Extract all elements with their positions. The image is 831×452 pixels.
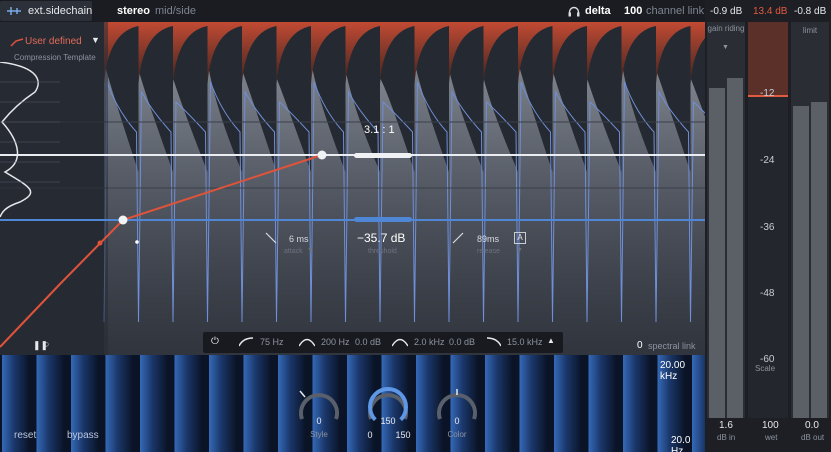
spectral-link-value[interactable]: 0	[637, 340, 643, 351]
mode-midside-button[interactable]: mid/side	[155, 5, 196, 18]
delta-button[interactable]: delta	[585, 5, 611, 18]
transfer-curve	[0, 150, 705, 348]
wet-label: wet	[765, 433, 778, 442]
spectrogram-band	[588, 355, 617, 452]
release-value[interactable]: 89ms	[477, 234, 499, 244]
meter-panel: -0.9 dB 13.4 dB -0.8 dB gain riding ▼ -1…	[705, 0, 831, 452]
sidechain-button[interactable]: ext.sidechain	[0, 1, 92, 21]
attack-chevron-icon[interactable]: ▼	[307, 247, 314, 254]
input-meter: gain riding ▼	[707, 22, 745, 418]
spectrogram-band	[36, 355, 65, 452]
spectrogram-band	[174, 355, 203, 452]
wet-value[interactable]: 100	[762, 420, 779, 432]
release-label: release	[477, 248, 500, 255]
color-label: Color	[447, 430, 467, 439]
sidechain-icon	[7, 7, 21, 15]
attack-value[interactable]: 6 ms	[289, 234, 309, 244]
scale-label: Scale	[755, 364, 776, 373]
db-out-value[interactable]: 0.0	[805, 420, 819, 432]
spectrogram-band	[209, 355, 237, 452]
db-in-value[interactable]: 1.6	[719, 420, 733, 432]
bypass-button[interactable]: bypass	[67, 430, 99, 441]
scale-tick-label: -36	[760, 222, 775, 233]
channel-link-label: channel link	[646, 5, 705, 17]
scale-tick-label: -48	[760, 288, 775, 299]
input-meter-left-bar	[709, 88, 725, 418]
spectrogram-band	[105, 355, 134, 452]
band2-freq[interactable]: 200 Hz	[321, 337, 350, 347]
band4-freq[interactable]: 15.0 kHz	[507, 337, 543, 347]
headphones-icon[interactable]	[568, 6, 580, 17]
spectrogram-band	[140, 355, 168, 452]
band2-gain[interactable]: 0.0 dB	[355, 337, 381, 347]
spectrogram-bottom-freq: 20.0 Hz	[671, 435, 691, 452]
spectral-link-label: spectral link	[648, 341, 696, 351]
spectrogram-band	[519, 355, 548, 452]
style-value: 0	[316, 416, 322, 426]
attack-curve-icon	[265, 232, 277, 244]
threshold-label: threshold	[368, 248, 397, 255]
gain-riding-label: gain riding	[707, 24, 745, 33]
mix-max: 150	[395, 430, 411, 440]
release-chevron-icon[interactable]: ▼	[516, 247, 523, 254]
band3-freq[interactable]: 2.0 kHz	[414, 337, 445, 347]
style-label: Style	[310, 430, 328, 439]
output-meter: limit	[791, 22, 829, 418]
highpass-icon[interactable]	[239, 337, 253, 347]
mix-min: 0	[367, 430, 373, 440]
bell-icon[interactable]	[299, 337, 315, 347]
attack-label: attack	[284, 248, 303, 255]
top-bar: ext.sidechain stereo mid/side delta 100 …	[0, 0, 705, 22]
output-meter-left-bar	[793, 106, 809, 418]
spectrogram-band	[243, 355, 272, 452]
compression-display[interactable]: User defined ▼ Compression Template 3.1 …	[0, 22, 705, 355]
reset-button[interactable]: reset	[14, 430, 36, 441]
spectrogram: 20.00 kHz 20.0 Hz reset bypass 0 Style 1…	[0, 355, 705, 452]
scale-tick-label: -12	[760, 88, 775, 99]
spectrogram-top-freq: 20.00 kHz	[660, 360, 686, 382]
ratio-value[interactable]: 3.1 : 1	[364, 124, 395, 136]
limit-label: limit	[802, 26, 818, 35]
channel-link-value[interactable]: 100	[624, 5, 642, 18]
spectrogram-band	[485, 355, 513, 452]
release-auto-button[interactable]: A	[514, 232, 526, 244]
spectrogram-band	[554, 355, 582, 452]
output-meter-right-bar	[811, 102, 827, 418]
mix-value: 150	[380, 416, 396, 426]
db-in-label: dB in	[717, 433, 736, 442]
db-out-label: dB out	[801, 433, 825, 442]
input-meter-right-bar	[727, 78, 743, 418]
expand-up-icon[interactable]: ▲	[547, 336, 555, 345]
scale-tick-label: -24	[760, 155, 775, 166]
input-peak-readout: -0.9 dB	[710, 6, 743, 17]
band3-gain[interactable]: 0.0 dB	[449, 337, 475, 347]
power-icon[interactable]: ⏻	[211, 336, 219, 347]
color-value: 0	[454, 416, 460, 426]
threshold-handle[interactable]	[354, 217, 412, 222]
bell-icon[interactable]	[392, 337, 408, 347]
gain-reduction-peak-readout: 13.4 dB	[753, 6, 788, 17]
threshold-value[interactable]: −35.7 dB	[357, 231, 405, 245]
lowpass-icon[interactable]	[487, 337, 501, 347]
release-curve-icon	[452, 232, 464, 244]
gain-riding-chevron-icon[interactable]: ▼	[722, 44, 729, 51]
loop-icon[interactable]: ○	[44, 339, 49, 349]
band1-freq[interactable]: 75 Hz	[260, 337, 284, 347]
output-peak-readout: -0.8 dB	[794, 6, 827, 17]
sidechain-label: ext.sidechain	[28, 5, 93, 17]
mode-stereo-button[interactable]: stereo	[117, 5, 150, 18]
spectrogram-band	[623, 355, 651, 452]
ratio-handle[interactable]	[354, 153, 412, 158]
spectrogram-graph	[0, 355, 705, 452]
filter-bar: ⏻ 75 Hz 200 Hz 0.0 dB 2.0 kHz 0.0 dB 15.…	[203, 332, 563, 353]
gain-reduction-bar	[748, 22, 788, 96]
